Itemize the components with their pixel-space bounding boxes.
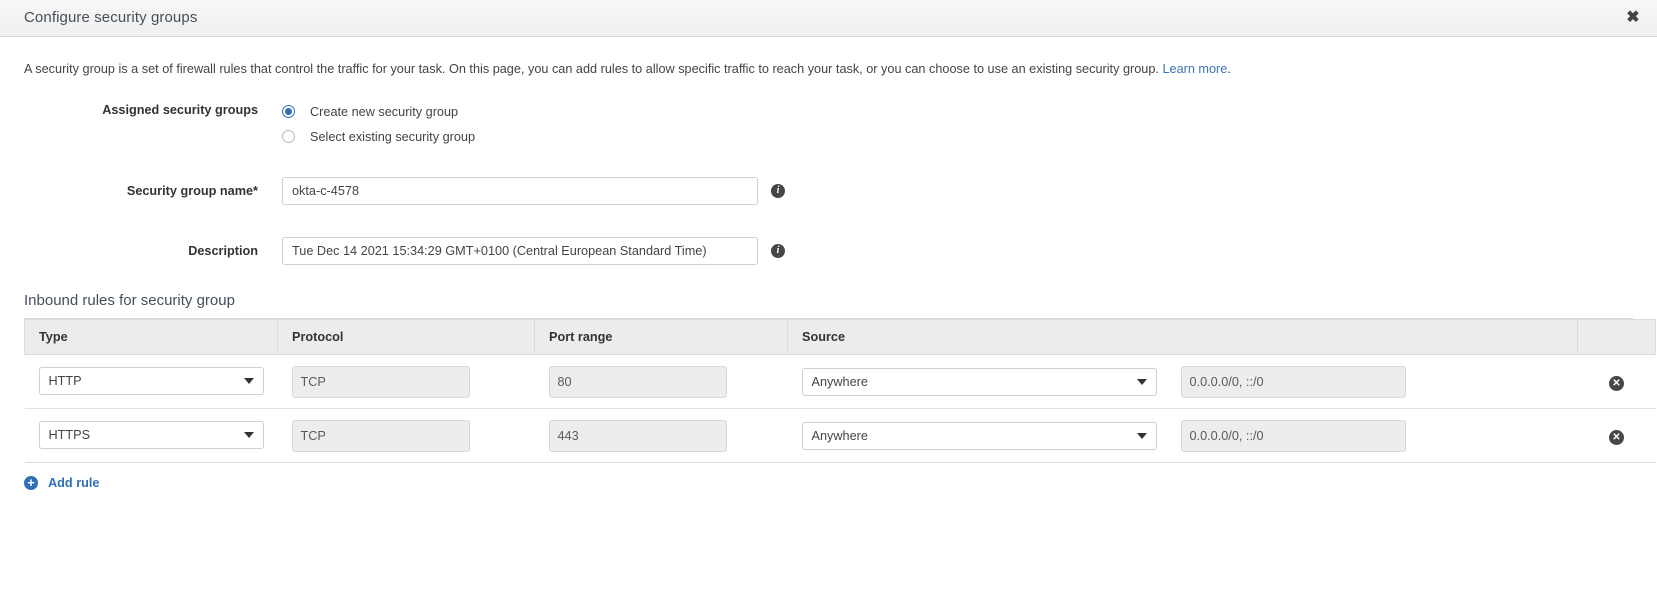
chevron-down-icon <box>1137 433 1147 439</box>
security-group-name-field-wrap: i <box>282 177 785 205</box>
port-range-field-row-1: 80 <box>549 366 727 398</box>
plus-icon: + <box>24 476 38 490</box>
cell-type: HTTPS <box>25 409 278 463</box>
delete-rule-icon-row-2[interactable]: ✕ <box>1609 430 1624 445</box>
source-select-row-1[interactable]: Anywhere <box>802 368 1157 396</box>
table-header: Type Protocol Port range Source <box>25 320 1656 355</box>
cidr-field-row-1: 0.0.0.0/0, ::/0 <box>1181 366 1406 398</box>
cell-type: HTTP <box>25 355 278 409</box>
table-row: HTTP TCP 80 Anywhere <box>25 355 1656 409</box>
dialog-header: Configure security groups ✖ <box>0 0 1657 37</box>
source-select-value-row-1: Anywhere <box>812 369 868 396</box>
cell-port-range: 443 <box>535 409 788 463</box>
protocol-field-row-1: TCP <box>292 366 470 398</box>
type-select-row-2[interactable]: HTTPS <box>39 421 264 449</box>
cell-source: Anywhere 0.0.0.0/0, ::/0 <box>788 355 1578 409</box>
source-cell-inner-row-1: Anywhere 0.0.0.0/0, ::/0 <box>802 366 1578 398</box>
description-input[interactable] <box>282 237 758 265</box>
assigned-security-groups-label: Assigned security groups <box>24 99 282 117</box>
table-body: HTTP TCP 80 Anywhere <box>25 355 1656 463</box>
inbound-rules-title: Inbound rules for security group <box>24 292 1633 309</box>
column-header-protocol: Protocol <box>278 320 535 355</box>
description-label: Description <box>24 237 282 258</box>
info-icon-security-group-name[interactable]: i <box>771 184 785 198</box>
inbound-rules-table: Type Protocol Port range Source HTTP TCP <box>24 319 1656 463</box>
column-header-port-range: Port range <box>535 320 788 355</box>
dialog-title: Configure security groups <box>24 9 197 26</box>
type-select-row-1[interactable]: HTTP <box>39 367 264 395</box>
radio-option-create-new[interactable]: Create new security group <box>282 99 475 124</box>
security-group-name-row: Security group name* i <box>24 177 1633 205</box>
intro-text: A security group is a set of firewall ru… <box>24 60 1633 78</box>
type-select-value-row-1: HTTP <box>49 368 82 395</box>
cidr-field-row-2: 0.0.0.0/0, ::/0 <box>1181 420 1406 452</box>
delete-rule-icon-row-1[interactable]: ✕ <box>1609 376 1624 391</box>
source-select-value-row-2: Anywhere <box>812 423 868 450</box>
cell-source: Anywhere 0.0.0.0/0, ::/0 <box>788 409 1578 463</box>
column-header-actions <box>1578 320 1656 355</box>
radio-select-existing-security-group[interactable] <box>282 130 295 143</box>
cell-actions: ✕ <box>1578 355 1656 409</box>
radio-label-select-existing[interactable]: Select existing security group <box>310 130 475 144</box>
add-rule-label: Add rule <box>48 476 99 490</box>
port-range-field-row-2: 443 <box>549 420 727 452</box>
column-header-type: Type <box>25 320 278 355</box>
close-icon[interactable]: ✖ <box>1622 7 1644 29</box>
source-select-row-2[interactable]: Anywhere <box>802 422 1157 450</box>
learn-more-link[interactable]: Learn more <box>1162 62 1227 76</box>
security-group-name-label: Security group name* <box>24 177 282 198</box>
cell-protocol: TCP <box>278 355 535 409</box>
chevron-down-icon <box>244 432 254 438</box>
add-rule-button[interactable]: + Add rule <box>24 476 99 490</box>
dialog-body: A security group is a set of firewall ru… <box>0 60 1657 490</box>
radio-create-new-security-group[interactable] <box>282 105 295 118</box>
chevron-down-icon <box>1137 379 1147 385</box>
intro-period: . <box>1227 62 1231 76</box>
cell-protocol: TCP <box>278 409 535 463</box>
intro-sentence: A security group is a set of firewall ru… <box>24 62 1162 76</box>
info-icon-description[interactable]: i <box>771 244 785 258</box>
radio-label-create-new[interactable]: Create new security group <box>310 105 458 119</box>
assigned-security-groups-options: Create new security group Select existin… <box>282 99 475 149</box>
chevron-down-icon <box>244 378 254 384</box>
radio-option-select-existing[interactable]: Select existing security group <box>282 124 475 149</box>
cell-actions: ✕ <box>1578 409 1656 463</box>
cell-port-range: 80 <box>535 355 788 409</box>
table-row: HTTPS TCP 443 Anywhere <box>25 409 1656 463</box>
source-cell-inner-row-2: Anywhere 0.0.0.0/0, ::/0 <box>802 420 1578 452</box>
security-group-name-input[interactable] <box>282 177 758 205</box>
type-select-value-row-2: HTTPS <box>49 422 91 449</box>
description-field-wrap: i <box>282 237 785 265</box>
table-header-row: Type Protocol Port range Source <box>25 320 1656 355</box>
protocol-field-row-2: TCP <box>292 420 470 452</box>
description-row: Description i <box>24 237 1633 265</box>
column-header-source: Source <box>788 320 1578 355</box>
assigned-security-groups-row: Assigned security groups Create new secu… <box>24 99 1633 149</box>
